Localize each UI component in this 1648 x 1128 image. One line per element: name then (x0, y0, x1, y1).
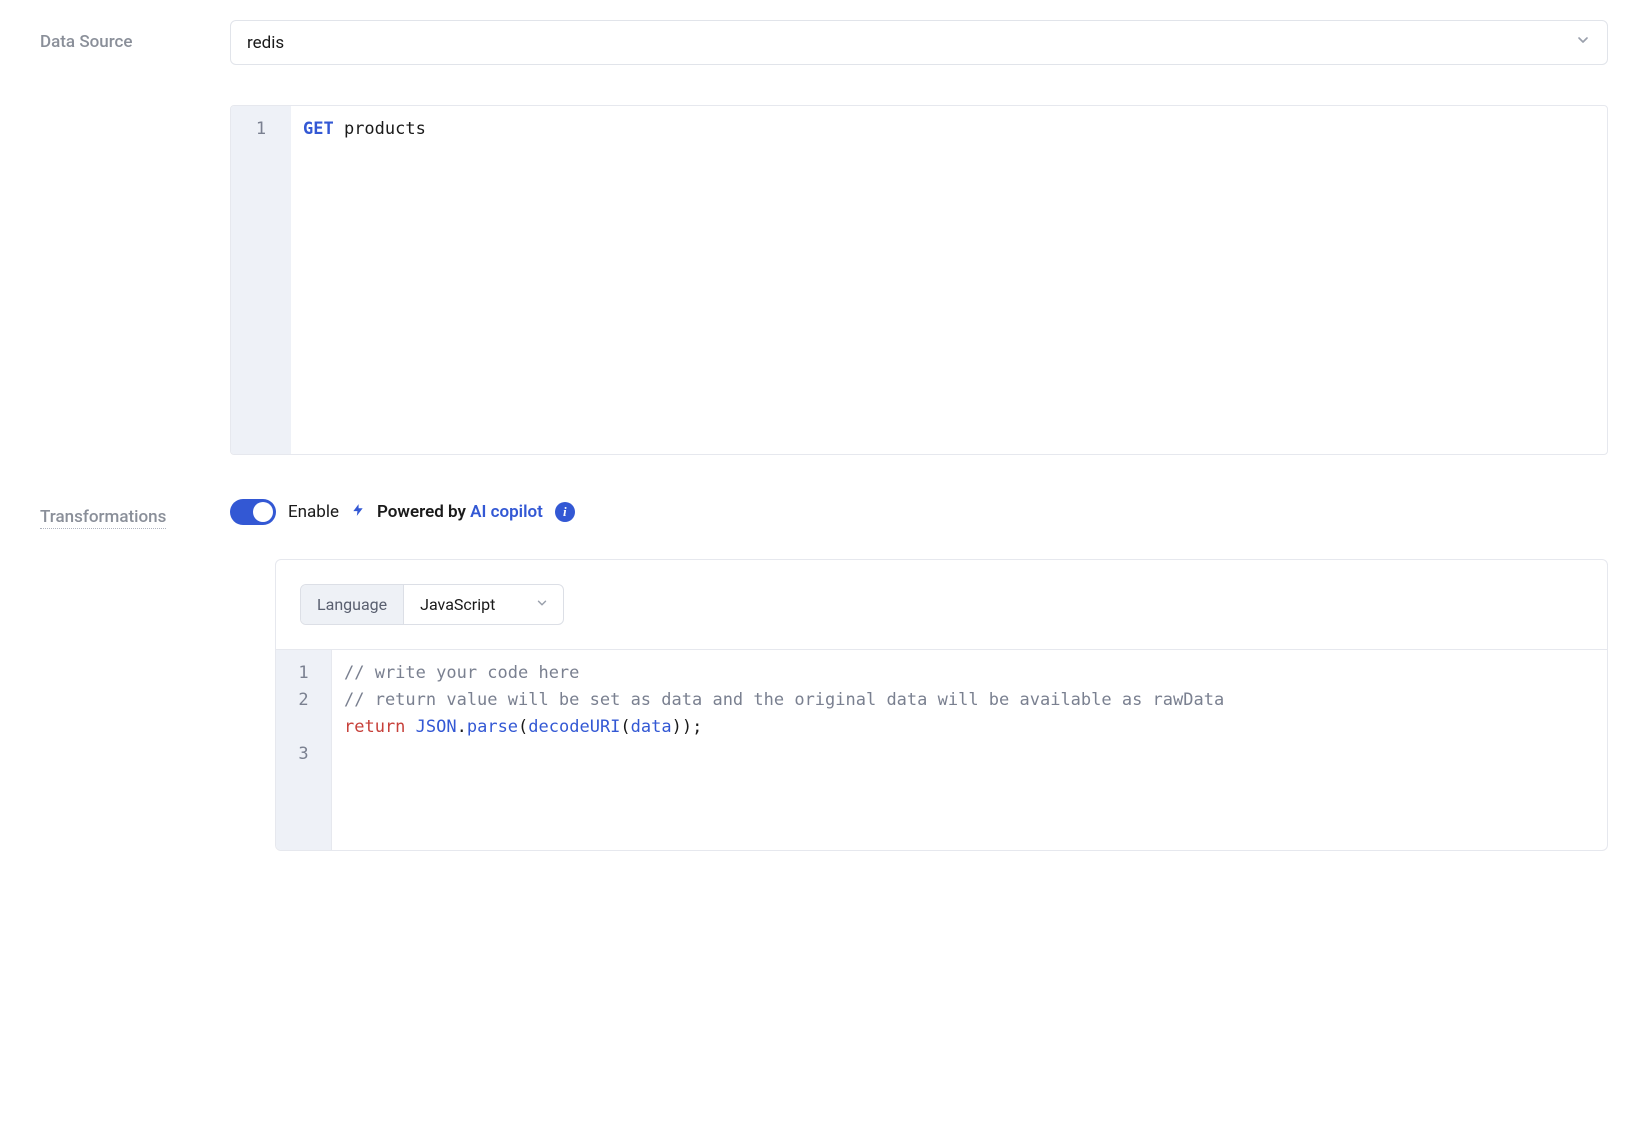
transformations-toggle[interactable] (230, 499, 276, 525)
powered-by-text: Powered by AI copilot (377, 502, 543, 522)
query-editor-code[interactable]: GET products (291, 106, 1607, 454)
toggle-knob (253, 502, 273, 522)
data-source-select[interactable]: redis (230, 20, 1608, 65)
enable-text: Enable (288, 502, 339, 522)
transformations-row: Transformations Enable Powered by AI cop… (40, 495, 1608, 529)
chevron-down-icon (1575, 32, 1591, 53)
ai-copilot-link[interactable]: AI copilot (470, 502, 543, 522)
query-editor-row: 1 GET products (40, 105, 1608, 455)
transformations-editor-code[interactable]: // write your code here// return value w… (332, 650, 1607, 850)
data-source-row: Data Source redis (40, 20, 1608, 65)
transformations-label: Transformations (40, 507, 166, 529)
query-editor[interactable]: 1 GET products (230, 105, 1608, 455)
data-source-label: Data Source (40, 32, 133, 52)
language-select[interactable]: JavaScript (404, 585, 563, 624)
transformations-panel: Language JavaScript 123 // write your co… (275, 559, 1608, 851)
transformations-editor-gutter: 123 (276, 650, 332, 850)
language-label: Language (301, 585, 404, 624)
info-icon[interactable]: i (555, 502, 575, 522)
data-source-value: redis (247, 33, 284, 53)
language-group: Language JavaScript (300, 584, 564, 625)
transformations-panel-header: Language JavaScript (276, 560, 1607, 650)
chevron-down-icon (535, 595, 549, 614)
transformations-editor[interactable]: 123 // write your code here// return val… (276, 650, 1607, 850)
bolt-icon (351, 501, 365, 523)
language-value: JavaScript (420, 595, 495, 614)
query-editor-gutter: 1 (231, 106, 291, 454)
transformations-panel-row: Language JavaScript 123 // write your co… (40, 559, 1608, 851)
